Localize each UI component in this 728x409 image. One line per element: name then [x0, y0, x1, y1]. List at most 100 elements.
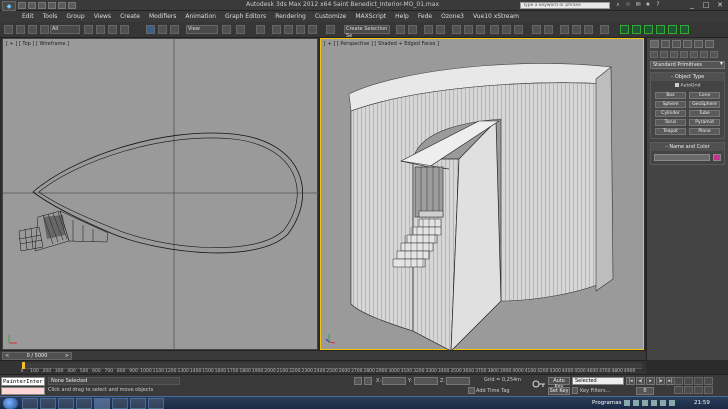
curve-editor-icon[interactable]	[452, 25, 461, 34]
forest-icon[interactable]	[584, 25, 593, 34]
align-icon[interactable]	[408, 25, 417, 34]
ivy-generator-icon[interactable]	[560, 25, 569, 34]
layer-manager-icon[interactable]	[424, 25, 433, 34]
rendered-frame-window-icon[interactable]	[502, 25, 511, 34]
viewport-perspective-label[interactable]: [ + ] [ Perspective ] [ Shaded + Edged F…	[324, 41, 439, 47]
menu-help[interactable]: Help	[395, 13, 409, 20]
snaps-toggle-icon[interactable]	[272, 25, 281, 34]
taskbar-clock[interactable]: 21:59	[694, 400, 710, 406]
go-to-start-icon[interactable]: |◂	[626, 377, 635, 385]
zoom-icon[interactable]	[674, 377, 683, 385]
favorites-icon[interactable]: ★	[644, 1, 652, 9]
pyramid-button[interactable]: Pyramid	[689, 118, 720, 126]
open-file-icon[interactable]	[28, 2, 36, 9]
minimize-button[interactable]: _	[685, 0, 699, 10]
add-time-tag[interactable]: Add Time Tag	[476, 388, 510, 394]
edit-named-selection-icon[interactable]	[326, 25, 335, 34]
project-folder-icon[interactable]	[68, 2, 76, 9]
named-selection-set-dropdown[interactable]: Create Selection Se	[344, 25, 390, 39]
selection-filter-dropdown[interactable]: All	[50, 25, 80, 34]
mirror-icon[interactable]	[396, 25, 405, 34]
z-coordinate-field[interactable]	[446, 377, 470, 385]
auto-key-button[interactable]: Auto Key	[548, 377, 570, 390]
sphere-button[interactable]: Sphere	[655, 100, 686, 108]
skype-icon[interactable]	[130, 398, 146, 409]
current-time-marker[interactable]	[22, 362, 25, 369]
viewport-perspective[interactable]: [ + ] [ Perspective ] [ Shaded + Edged F…	[320, 38, 644, 351]
y-coordinate-field[interactable]	[414, 377, 438, 385]
systems-icon[interactable]	[710, 51, 718, 58]
menu-ozone3[interactable]: Ozone3	[441, 13, 464, 20]
photoshop-icon[interactable]	[76, 398, 92, 409]
explorer-icon[interactable]	[22, 398, 38, 409]
maxscript-output-field[interactable]	[1, 387, 45, 395]
lights-icon[interactable]	[670, 51, 678, 58]
geometry-icon[interactable]	[650, 51, 658, 58]
x-coordinate-field[interactable]	[382, 377, 406, 385]
plant-icon[interactable]	[644, 25, 653, 34]
helpers-icon[interactable]	[690, 51, 698, 58]
menu-vue-xstream[interactable]: Vue10 xStream	[473, 13, 519, 20]
viewport-top[interactable]: [ + ] [ Top ] [ Wireframe ]	[2, 38, 319, 351]
save-file-icon[interactable]	[38, 2, 46, 9]
track-bar[interactable]: 0 100 200 300 400 500 600 700 800 900 1000 1100 1200…	[0, 360, 646, 374]
geosphere-button[interactable]: GeoSphere	[689, 100, 720, 108]
vray-tool-icon[interactable]	[532, 25, 541, 34]
create-tab-icon[interactable]	[650, 40, 659, 48]
menu-create[interactable]: Create	[120, 13, 140, 20]
select-and-scale-icon[interactable]	[170, 25, 179, 34]
time-slider[interactable]: 0 / 5000	[2, 352, 72, 360]
select-object-icon[interactable]	[84, 25, 93, 34]
keyboard-shortcut-icon[interactable]	[256, 25, 265, 34]
maximize-button[interactable]: □	[699, 0, 713, 10]
default-in-out-tangent-icon[interactable]	[572, 387, 578, 394]
tray-icon[interactable]	[633, 400, 639, 406]
percent-snap-icon[interactable]	[296, 25, 305, 34]
box-button[interactable]: Box	[655, 91, 686, 99]
cone-button[interactable]: Cone	[689, 91, 720, 99]
graphite-ribbon-icon[interactable]	[436, 25, 445, 34]
new-file-icon[interactable]	[18, 2, 26, 9]
sky-icon[interactable]	[680, 25, 689, 34]
motion-tab-icon[interactable]	[683, 40, 692, 48]
render-setup-icon[interactable]	[490, 25, 499, 34]
next-frame-icon[interactable]: |▸	[656, 377, 665, 385]
select-by-name-icon[interactable]	[96, 25, 105, 34]
programs-toolbar[interactable]: Programas	[592, 400, 621, 406]
menu-edit[interactable]: Edit	[22, 13, 34, 20]
binoculars-icon[interactable]: ⌕	[614, 1, 622, 9]
tray-icon[interactable]	[642, 400, 648, 406]
communication-icon[interactable]: ✉	[634, 1, 642, 9]
terrain-icon[interactable]	[656, 25, 665, 34]
menu-group[interactable]: Group	[66, 13, 84, 20]
material-editor-icon[interactable]	[476, 25, 485, 34]
menu-modifiers[interactable]: Modifiers	[149, 13, 176, 20]
render-production-icon[interactable]	[514, 25, 523, 34]
water-icon[interactable]	[668, 25, 677, 34]
folder-icon[interactable]	[148, 398, 164, 409]
modify-tab-icon[interactable]	[661, 40, 670, 48]
redo-icon[interactable]	[58, 2, 66, 9]
tray-icon[interactable]	[624, 400, 630, 406]
menu-views[interactable]: Views	[94, 13, 111, 20]
undo-icon[interactable]	[48, 2, 56, 9]
menu-animation[interactable]: Animation	[185, 13, 216, 20]
utilities-tab-icon[interactable]	[705, 40, 714, 48]
play-icon[interactable]: ▸	[646, 377, 655, 385]
select-and-rotate-icon[interactable]	[158, 25, 167, 34]
grass-icon[interactable]	[632, 25, 641, 34]
object-type-header[interactable]: Object Type	[651, 73, 724, 81]
cylinder-button[interactable]: Cylinder	[655, 109, 686, 117]
chrome-icon[interactable]	[112, 398, 128, 409]
media-player-icon[interactable]	[40, 398, 56, 409]
field-of-view-icon[interactable]	[674, 386, 683, 394]
unlink-icon[interactable]	[40, 25, 49, 34]
absolute-mode-icon[interactable]	[364, 377, 372, 385]
zoom-extents-all-icon[interactable]	[704, 377, 713, 385]
window-crossing-icon[interactable]	[120, 25, 129, 34]
pan-icon[interactable]	[684, 386, 693, 394]
tube-button[interactable]: Tube	[689, 109, 720, 117]
plane-button[interactable]: Plane	[689, 127, 720, 135]
primitive-category-dropdown[interactable]: Standard Primitives	[650, 61, 725, 69]
start-button[interactable]	[3, 398, 18, 409]
